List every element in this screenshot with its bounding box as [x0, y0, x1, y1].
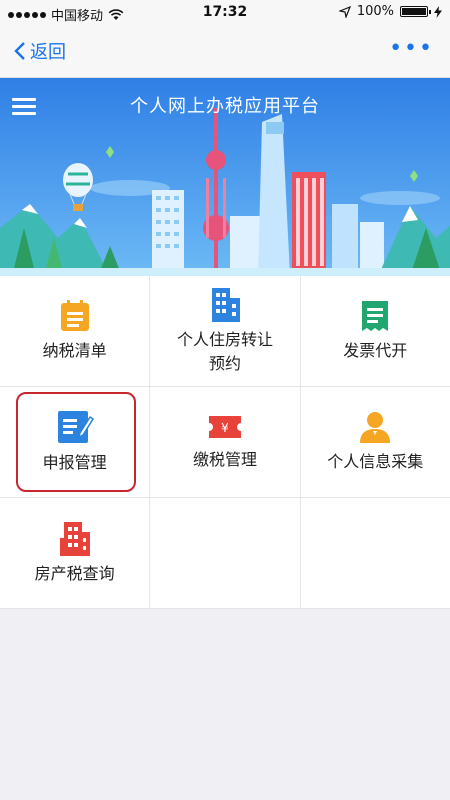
empty-cell	[301, 498, 450, 608]
location-arrow-icon	[338, 5, 351, 18]
invoice-issue-item[interactable]: 发票代开	[301, 276, 450, 386]
battery-level	[402, 8, 426, 15]
status-bar: 中国移动 17:32 100%	[0, 0, 450, 24]
building-icon	[211, 288, 240, 322]
invoice-issue-label: 发票代开	[343, 341, 408, 360]
more-button[interactable]: •••	[389, 36, 434, 61]
banner: 个人网上办税应用平台	[0, 78, 450, 276]
charging-icon	[434, 5, 442, 18]
house-building-icon	[59, 522, 90, 556]
tax-payment-icon: ¥	[208, 416, 241, 438]
battery-icon	[400, 6, 431, 17]
receipt-icon	[362, 301, 389, 331]
property-tax-query-item[interactable]: 房产税查询	[0, 498, 151, 608]
tax-list-label: 纳税清单	[42, 341, 107, 360]
grid-row: 纳税清单 个人住房转让 预约 发票代开	[0, 276, 450, 387]
service-grid: 纳税清单 个人住房转让 预约 发票代开 申报管理 ¥ 缴税管理 个人信息采集 房…	[0, 276, 450, 609]
battery-percent: 100%	[356, 4, 394, 19]
property-tax-query-label: 房产税查询	[34, 564, 115, 583]
tax-list-item[interactable]: 纳税清单	[0, 276, 151, 386]
empty-cell	[150, 498, 301, 608]
back-label: 返回	[30, 42, 66, 63]
grid-row: 房产税查询	[0, 498, 450, 609]
highlight-annotation	[16, 392, 136, 492]
personal-info-item[interactable]: 个人信息采集	[301, 387, 450, 497]
navigation-bar: 返回 •••	[0, 24, 450, 78]
banner-title: 个人网上办税应用平台	[130, 96, 320, 117]
housing-transfer-label: 个人住房转让 预约	[176, 330, 273, 373]
tax-payment-label: 缴税管理	[192, 450, 257, 469]
housing-transfer-item[interactable]: 个人住房转让 预约	[150, 276, 301, 386]
tax-payment-item[interactable]: ¥ 缴税管理	[150, 387, 301, 497]
person-icon	[360, 412, 391, 443]
chevron-left-icon	[14, 42, 25, 60]
document-list-icon	[60, 300, 89, 331]
svg-text:¥: ¥	[221, 421, 229, 435]
back-button[interactable]: 返回	[14, 38, 66, 64]
personal-info-label: 个人信息采集	[327, 452, 424, 471]
status-right: 100%	[338, 4, 442, 19]
